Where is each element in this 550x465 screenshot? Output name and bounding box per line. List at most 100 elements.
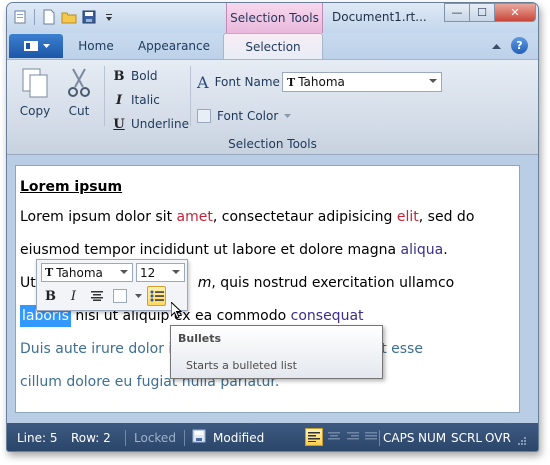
tab-appearance[interactable]: Appearance [131,33,217,59]
font-color-swatch [197,109,211,123]
close-icon: ✕ [510,6,520,19]
ovr-indicator: OVR [485,431,511,445]
mini-size-combo[interactable]: 12 [136,263,185,282]
font-name-combo[interactable]: T Tahoma [282,72,442,92]
status-bar: Line: 5 Row: 2 Locked Modified CAPS NUM … [7,423,538,451]
mini-toolbar-row: B I [41,286,166,306]
align-left-icon [308,432,320,442]
mini-italic-button[interactable]: I [64,286,83,306]
underline-label: Underline [131,117,189,131]
font-name-value: Tahoma [298,75,345,89]
truetype-icon: T [287,75,296,89]
tab-home[interactable]: Home [65,33,127,59]
text-run: aliqua [400,242,444,258]
resize-grip-icon[interactable] [517,435,527,449]
tab-selection[interactable]: Selection [223,33,323,59]
close-button[interactable]: ✕ [494,3,536,22]
row-label: Row: [71,431,100,445]
bullets-icon [150,290,164,302]
qat-separator [34,9,35,25]
mini-highlight-button[interactable] [110,286,129,306]
mini-toolbar: T Tahoma 12 B I [36,259,188,311]
text-run: , quis nostrud exercitation ullamco [211,275,455,291]
text-run: , consectetaur adipisicing [212,209,397,225]
document-line: Lorem ipsum dolor sit amet, consectetaur… [20,201,515,234]
modified-icon [192,429,206,446]
mini-align-center-button[interactable] [87,286,106,306]
group-separator [190,66,191,126]
document-heading: Lorem ipsum [20,179,123,195]
italic-icon: I [115,92,123,108]
text-run: elit [396,209,419,225]
mini-bullets-button[interactable] [147,286,166,306]
chevron-down-icon [284,113,292,118]
mini-bold-button[interactable]: B [41,286,60,306]
justify-icon [365,432,377,440]
maximize-button[interactable]: ☐ [469,3,495,22]
chevron-down-icon [172,270,180,274]
font-name-label-group: A Font Name [197,72,280,92]
align-left-button[interactable] [305,428,323,446]
save-icon[interactable] [80,8,98,26]
align-center-icon [328,432,340,440]
open-folder-icon[interactable] [60,8,78,26]
chevron-down-icon [120,270,128,274]
quick-access-toolbar [11,8,118,26]
mouse-cursor-icon [170,300,183,323]
app-menu-icon [23,41,38,51]
italic-button[interactable]: I Italic [113,90,160,110]
copy-button[interactable]: Copy [15,66,55,118]
caps-indicator: CAPS [383,431,415,445]
new-document-icon[interactable] [40,8,58,26]
line-label: Line: [17,431,47,445]
num-indicator: NUM [418,431,447,445]
tooltip-description: Starts a bulleted list [186,359,297,372]
group-separator [104,66,105,126]
customize-qat-icon[interactable] [100,8,118,26]
text-run: , sed do [418,209,475,225]
line-value: 5 [49,431,58,445]
bold-button[interactable]: B Bold [113,66,158,86]
help-icon[interactable]: ? [511,37,528,54]
font-color-button[interactable]: Font Color [197,106,292,126]
mini-size-value: 12 [140,265,156,280]
text-run: t esse [381,341,423,357]
copy-label: Copy [19,104,51,118]
locked-label: Locked [134,431,176,445]
chevron-down-icon [134,293,142,298]
align-right-button[interactable] [344,428,362,446]
bold-icon: B [113,68,125,84]
truetype-icon: T [45,266,54,279]
text-run: . [443,242,448,258]
underline-icon: U [113,116,125,132]
underline-button[interactable]: U Underline [113,114,189,134]
minimize-ribbon-icon[interactable] [492,43,501,49]
application-menu-button[interactable] [9,34,63,58]
text-run: Ut [20,275,36,291]
bold-label: Bold [131,69,158,83]
font-name-icon: A [197,72,209,92]
mini-highlight-dropdown[interactable] [133,286,143,306]
align-center-button[interactable] [325,428,343,446]
scrl-indicator: SCRL [451,431,483,445]
italic-icon: I [70,288,77,304]
text-run: eiusmod tempor incididunt ut labore et d… [20,242,401,258]
mini-font-combo[interactable]: T Tahoma [41,263,133,282]
bullets-tooltip: Bullets Starts a bulleted list [170,325,383,379]
text-run: consequat [290,308,364,324]
row-value: 2 [103,431,111,445]
undo-icon[interactable] [11,8,29,26]
font-color-label: Font Color [217,109,279,123]
mini-font-value: Tahoma [56,265,103,280]
minimize-button[interactable]: — [444,3,470,22]
cut-button[interactable]: Cut [59,66,99,118]
ribbon-panel: Copy Cut B Bold I Italic U Underline A F… [7,59,538,155]
font-name-label: Font Name [214,75,280,89]
chevron-down-icon [42,43,50,48]
align-right-icon [347,432,359,440]
title-bar: Selection Tools Document1.rt... — ☐ ✕ [7,3,538,33]
status-separator [184,430,185,446]
justify-button[interactable] [362,428,380,446]
minimize-icon: — [451,6,463,19]
application-window: Selection Tools Document1.rt... — ☐ ✕ Ho… [6,2,539,452]
